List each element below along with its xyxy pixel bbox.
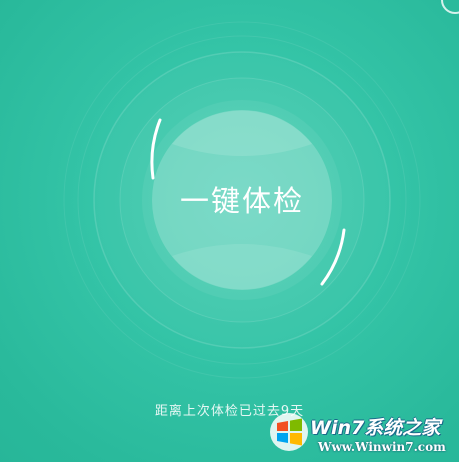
watermark-title: Win7系统之家 <box>310 417 441 439</box>
one-click-check-label: 一键体检 <box>179 184 304 218</box>
windows-logo-icon <box>270 413 308 451</box>
watermark: Win7系统之家 Www.Winwin7.com <box>268 407 459 462</box>
one-click-check-button[interactable]: 一键体检 <box>152 111 332 291</box>
watermark-url: Www.Winwin7.com <box>318 440 446 454</box>
checkup-screen: 一键体检 距离上次体检已过去9天 Win7系统之家 Www.Winwin7.co… <box>0 0 459 462</box>
